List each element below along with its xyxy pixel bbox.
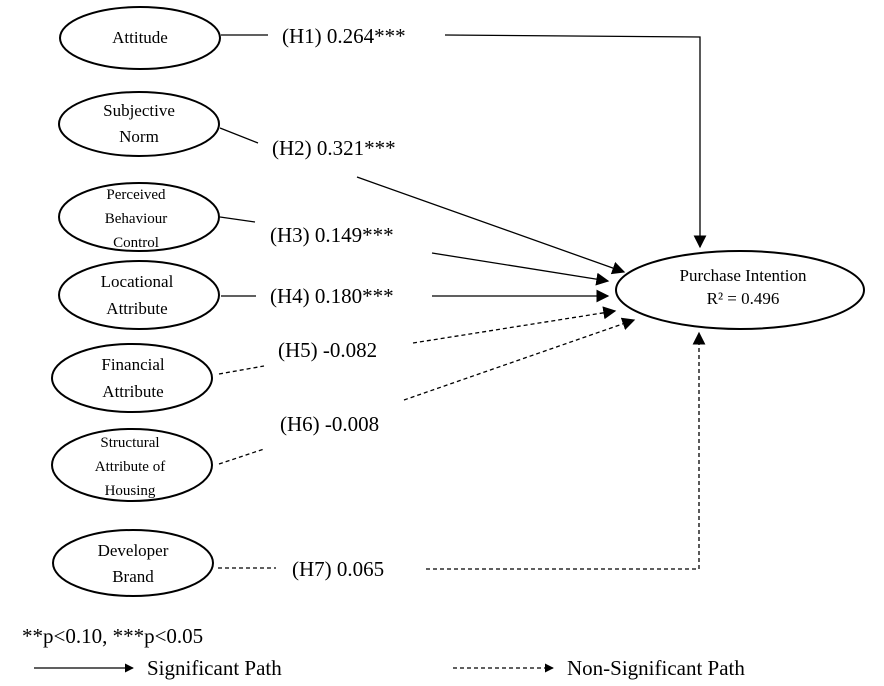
purchase-intention-r2: R² = 0.496: [707, 289, 780, 308]
legend-significance-note: **p<0.10, ***p<0.05: [22, 624, 203, 648]
path-h3: (H3) 0.149***: [219, 216, 610, 286]
path-h2-arrow: [356, 176, 626, 275]
path-h1-arrow: [444, 34, 707, 249]
path-h5-arrow: [412, 306, 617, 344]
construct-perceived-behaviour-control: Perceived Behaviour Control: [58, 182, 220, 252]
path-h7-arrow: [426, 331, 706, 570]
path-h6-segment-in: [218, 448, 265, 465]
path-h5: (H5) -0.082: [218, 306, 617, 375]
construct-subjective-norm-line-1: Subjective: [103, 101, 175, 120]
construct-structural-attribute-of-housing-line-1: Structural: [100, 435, 159, 451]
construct-developer-brand-line-2: Brand: [112, 567, 154, 586]
path-h1-label: (H1) 0.264***: [282, 24, 406, 48]
construct-structural-attribute-of-housing-line-3: Housing: [105, 483, 156, 499]
construct-developer-brand-line-1: Developer: [98, 541, 169, 560]
construct-attitude: Attitude: [59, 6, 221, 70]
construct-perceived-behaviour-control-line-1: Perceived: [106, 187, 166, 203]
construct-attitude-label: Attitude: [112, 28, 168, 47]
path-h6-arrow: [403, 317, 636, 401]
construct-financial-attribute-line-1: Financial: [101, 355, 165, 374]
path-h2-segment-in: [219, 127, 259, 144]
path-h5-label: (H5) -0.082: [278, 338, 377, 362]
construct-financial-attribute-line-2: Attribute: [102, 382, 163, 401]
construct-subjective-norm-line-2: Norm: [119, 127, 159, 146]
construct-locational-attribute: Locational Attribute: [58, 260, 220, 330]
path-h3-label: (H3) 0.149***: [270, 223, 394, 247]
construct-developer-brand-ellipse: [52, 529, 214, 597]
path-h4: (H4) 0.180***: [221, 284, 610, 308]
path-h7-label: (H7) 0.065: [292, 557, 384, 581]
construct-subjective-norm: Subjective Norm: [58, 91, 220, 157]
construct-financial-attribute: Financial Attribute: [51, 343, 213, 413]
legend: **p<0.10, ***p<0.05 Significant Path Non…: [22, 624, 745, 680]
path-h5-segment-in: [218, 365, 265, 375]
construct-locational-attribute-line-2: Attribute: [106, 299, 167, 318]
construct-developer-brand: Developer Brand: [52, 529, 214, 597]
path-h4-label: (H4) 0.180***: [270, 284, 394, 308]
construct-locational-attribute-line-1: Locational: [101, 272, 174, 291]
legend-significant-label: Significant Path: [147, 656, 282, 680]
path-h6-label: (H6) -0.008: [280, 412, 379, 436]
structural-model-diagram: (H1) 0.264*** (H2) 0.321*** (H3) 0.149**…: [22, 6, 865, 680]
construct-perceived-behaviour-control-line-3: Control: [113, 235, 159, 251]
construct-structural-attribute-of-housing: Structural Attribute of Housing: [51, 428, 213, 502]
construct-perceived-behaviour-control-line-2: Behaviour: [105, 211, 167, 227]
path-h3-segment-in: [219, 216, 256, 223]
construct-structural-attribute-of-housing-line-2: Attribute of: [95, 459, 165, 475]
construct-purchase-intention: Purchase Intention R² = 0.496: [615, 250, 865, 330]
path-h2-label: (H2) 0.321***: [272, 136, 396, 160]
path-h2: (H2) 0.321***: [219, 127, 626, 275]
legend-non-significant-label: Non-Significant Path: [567, 656, 745, 680]
path-h7: (H7) 0.065: [218, 331, 706, 581]
purchase-intention-title: Purchase Intention: [680, 266, 807, 285]
